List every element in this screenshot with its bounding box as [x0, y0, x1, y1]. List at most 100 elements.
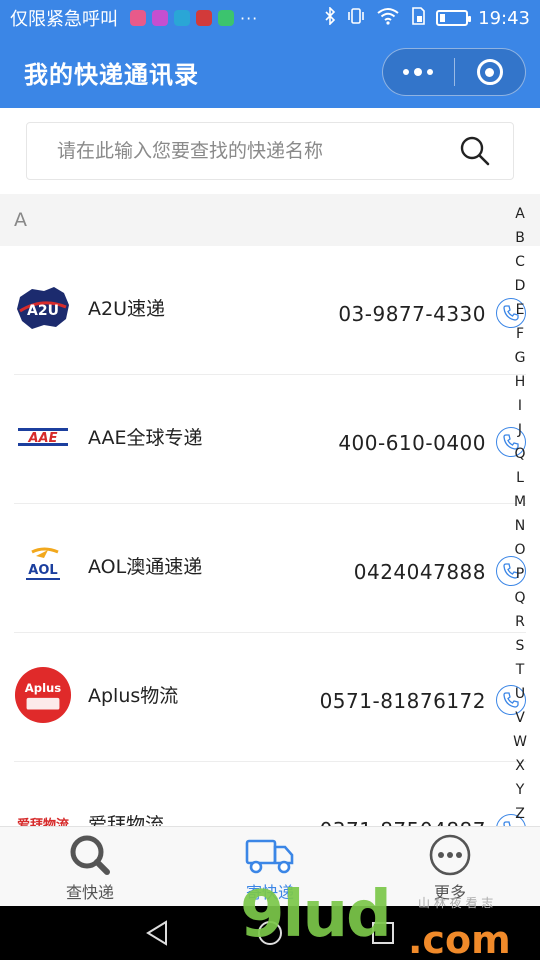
more-notifications: ···	[240, 8, 259, 28]
search-icon[interactable]	[459, 135, 491, 167]
home-icon	[257, 921, 282, 945]
tab-label: 寄快递	[245, 883, 294, 902]
close-miniprogram-button[interactable]	[455, 49, 526, 95]
logo-text: 爱拜物流	[17, 817, 69, 826]
aplus-logo: Aplus	[14, 663, 72, 727]
courier-phone: 400-610-0400	[338, 431, 486, 455]
alphabet-letter[interactable]: Z	[510, 802, 530, 826]
wifi-icon	[376, 7, 400, 29]
alphabet-letter[interactable]: U	[510, 682, 530, 706]
search-input[interactable]	[57, 140, 459, 162]
alphabet-letter[interactable]: D	[510, 274, 530, 298]
home-button[interactable]	[250, 913, 290, 953]
alphabet-letter[interactable]: R	[510, 610, 530, 634]
courier-name: AOL澳通速递	[88, 556, 203, 578]
tab-send[interactable]: 寄快递	[180, 827, 360, 906]
alphabet-letter[interactable]: Q	[510, 442, 530, 466]
alphabet-letter[interactable]: G	[510, 346, 530, 370]
back-icon	[145, 920, 167, 946]
aibai-logo: 爱拜物流	[14, 792, 72, 826]
status-left: 仅限紧急呼叫 ···	[10, 5, 324, 31]
target-icon	[476, 59, 503, 85]
app-header: 我的快递通讯录	[0, 36, 540, 108]
search-area	[0, 108, 540, 194]
battery-icon	[436, 10, 472, 26]
courier-list: A2U A2U速递 03-9877-4330 AAE AAE全球专递 400-6…	[0, 246, 540, 826]
back-button[interactable]	[137, 913, 177, 953]
alphabet-letter[interactable]: A	[510, 202, 530, 226]
logo-text: Aplus	[25, 681, 61, 695]
logo-text: AAE	[27, 431, 57, 446]
aol-logo: AOL	[14, 534, 72, 598]
courier-name: 爱拜物流	[88, 814, 165, 826]
list-item[interactable]: Aplus Aplus物流 0571-81876172	[14, 633, 526, 762]
status-right: 19:43	[324, 6, 530, 29]
alphabet-letter[interactable]: N	[510, 514, 530, 538]
alphabet-letter[interactable]: T	[510, 658, 530, 682]
system-nav-bar	[0, 906, 540, 960]
section-header: A	[0, 194, 540, 246]
alphabet-letter[interactable]: B	[510, 226, 530, 250]
search-box	[26, 122, 514, 180]
tab-query[interactable]: 查快递	[0, 827, 180, 906]
vibrate-icon	[346, 7, 366, 29]
aae-logo: AAE	[14, 405, 72, 469]
dot-icon	[427, 69, 434, 75]
recents-icon	[372, 922, 395, 944]
more-icon	[429, 834, 471, 876]
a2u-logo: A2U	[14, 276, 72, 340]
courier-name: Aplus物流	[88, 685, 179, 707]
dot-icon	[403, 69, 410, 75]
alphabet-index[interactable]: ABCDEFGHIJQLMNOPQRSTUVWXYZ	[510, 202, 530, 826]
sim-icon	[410, 7, 426, 29]
list-item[interactable]: 爱拜物流 爱拜物流 0371-87504887	[14, 762, 526, 826]
list-item[interactable]: AOL AOL澳通速递 0424047888	[14, 504, 526, 633]
courier-name: AAE全球专递	[88, 427, 203, 449]
courier-name: A2U速递	[88, 298, 165, 320]
courier-phone: 0571-81876172	[319, 689, 486, 713]
notification-app-icon	[152, 10, 168, 26]
page-title: 我的快递通讯录	[24, 60, 199, 89]
alphabet-letter[interactable]: M	[510, 490, 530, 514]
tab-label: 查快递	[65, 883, 114, 902]
dot-icon	[414, 68, 423, 76]
logo-text: A2U	[27, 303, 59, 319]
alphabet-letter[interactable]: O	[510, 538, 530, 562]
alphabet-letter[interactable]: J	[510, 418, 530, 442]
notification-app-icon	[218, 10, 234, 26]
alphabet-letter[interactable]: V	[510, 706, 530, 730]
alphabet-letter[interactable]: I	[510, 394, 530, 418]
alphabet-letter[interactable]: X	[510, 754, 530, 778]
list-item[interactable]: AAE AAE全球专递 400-610-0400	[14, 375, 526, 504]
notification-app-icon	[130, 10, 146, 26]
alphabet-letter[interactable]: S	[510, 634, 530, 658]
alphabet-letter[interactable]: Q	[510, 586, 530, 610]
alphabet-letter[interactable]: E	[510, 298, 530, 322]
recents-button[interactable]	[363, 913, 403, 953]
status-bar: 仅限紧急呼叫 ··· 19:43	[0, 0, 540, 36]
miniprogram-capsule	[382, 48, 526, 96]
courier-phone: 03-9877-4330	[338, 302, 486, 326]
bluetooth-icon	[324, 6, 336, 29]
alphabet-letter[interactable]: L	[510, 466, 530, 490]
carrier-text: 仅限紧急呼叫	[10, 9, 118, 30]
logo-text: AOL	[28, 563, 57, 578]
list-item[interactable]: A2U A2U速递 03-9877-4330	[14, 246, 526, 375]
alphabet-letter[interactable]: Y	[510, 778, 530, 802]
clock: 19:43	[478, 7, 530, 29]
courier-phone: 0371-87504887	[320, 818, 486, 826]
alphabet-letter[interactable]: C	[510, 250, 530, 274]
tab-label: 更多	[433, 883, 466, 902]
notification-app-icon	[196, 10, 212, 26]
truck-icon	[245, 839, 294, 874]
alphabet-letter[interactable]: P	[510, 562, 530, 586]
tab-more[interactable]: 更多	[360, 827, 540, 906]
bottom-tab-bar: 查快递 寄快递 更多	[0, 826, 540, 906]
alphabet-letter[interactable]: F	[510, 322, 530, 346]
alphabet-letter[interactable]: H	[510, 370, 530, 394]
search-icon	[70, 835, 110, 875]
courier-phone: 0424047888	[353, 560, 486, 584]
notification-app-icon	[174, 10, 190, 26]
alphabet-letter[interactable]: W	[510, 730, 530, 754]
more-options-button[interactable]	[383, 49, 454, 95]
